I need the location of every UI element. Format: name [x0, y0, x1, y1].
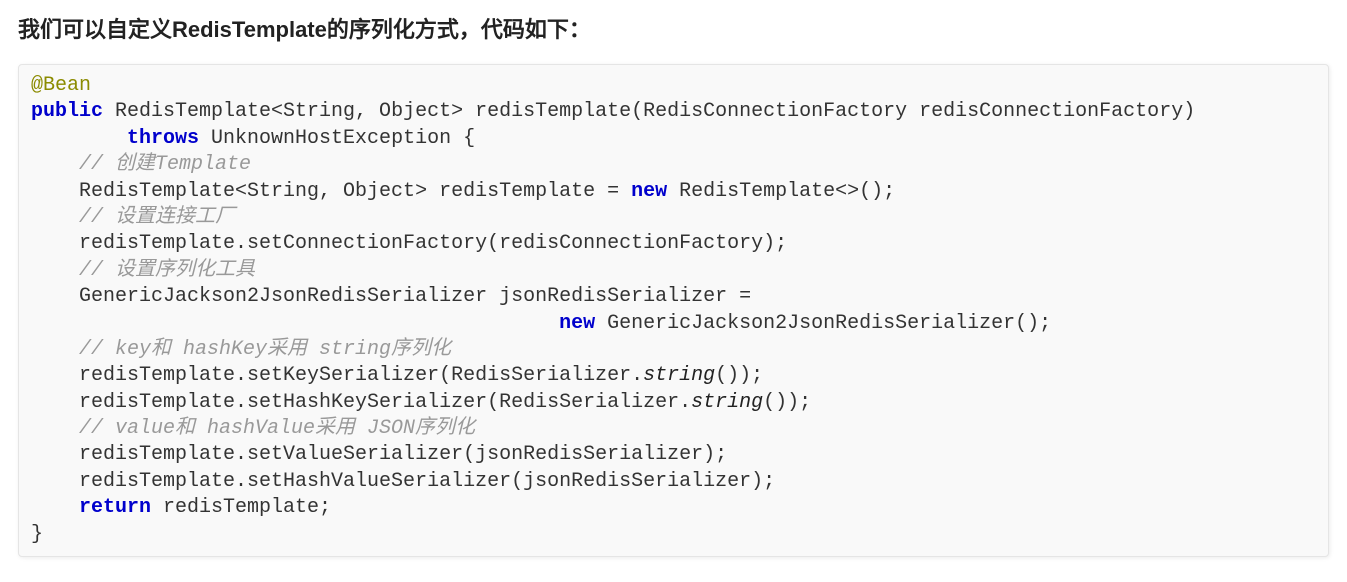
code-text: redisTemplate.setConnectionFactory(redis… — [31, 232, 787, 255]
code-text: redisTemplate; — [151, 496, 331, 519]
keyword-public: public — [31, 100, 103, 123]
code-text: redisTemplate.setHashKeySerializer(Redis… — [31, 391, 691, 414]
code-text: ()); — [763, 391, 811, 414]
comment-connection-factory: // 设置连接工厂 — [31, 206, 235, 229]
method-string: string — [691, 391, 763, 414]
code-text: RedisTemplate<>(); — [667, 180, 895, 203]
code-text: RedisTemplate<String, Object> redisTempl… — [103, 100, 1195, 123]
comment-value-serializer: // value和 hashValue采用 JSON序列化 — [31, 417, 475, 440]
code-text: GenericJackson2JsonRedisSerializer jsonR… — [31, 285, 763, 308]
comment-key-serializer: // key和 hashKey采用 string序列化 — [31, 338, 451, 361]
code-text: ()); — [715, 364, 763, 387]
keyword-new: new — [631, 180, 667, 203]
comment-create-template: // 创建Template — [31, 153, 251, 176]
code-indent — [31, 127, 127, 150]
code-text: GenericJackson2JsonRedisSerializer(); — [595, 312, 1051, 335]
code-text: RedisTemplate<String, Object> redisTempl… — [31, 180, 631, 203]
code-block: @Bean public RedisTemplate<String, Objec… — [18, 64, 1329, 557]
method-string: string — [643, 364, 715, 387]
code-indent — [31, 496, 79, 519]
code-text: redisTemplate.setKeySerializer(RedisSeri… — [31, 364, 643, 387]
comment-serializer: // 设置序列化工具 — [31, 259, 255, 282]
keyword-throws: throws — [127, 127, 199, 150]
code-text: UnknownHostException { — [199, 127, 475, 150]
code-text: redisTemplate.setValueSerializer(jsonRed… — [31, 443, 727, 466]
intro-text: 我们可以自定义RedisTemplate的序列化方式，代码如下： — [18, 12, 1329, 44]
keyword-return: return — [79, 496, 151, 519]
keyword-new: new — [559, 312, 595, 335]
annotation-bean: @Bean — [31, 74, 91, 97]
code-indent — [31, 312, 559, 335]
code-closing-brace: } — [31, 523, 43, 546]
code-text: redisTemplate.setHashValueSerializer(jso… — [31, 470, 775, 493]
